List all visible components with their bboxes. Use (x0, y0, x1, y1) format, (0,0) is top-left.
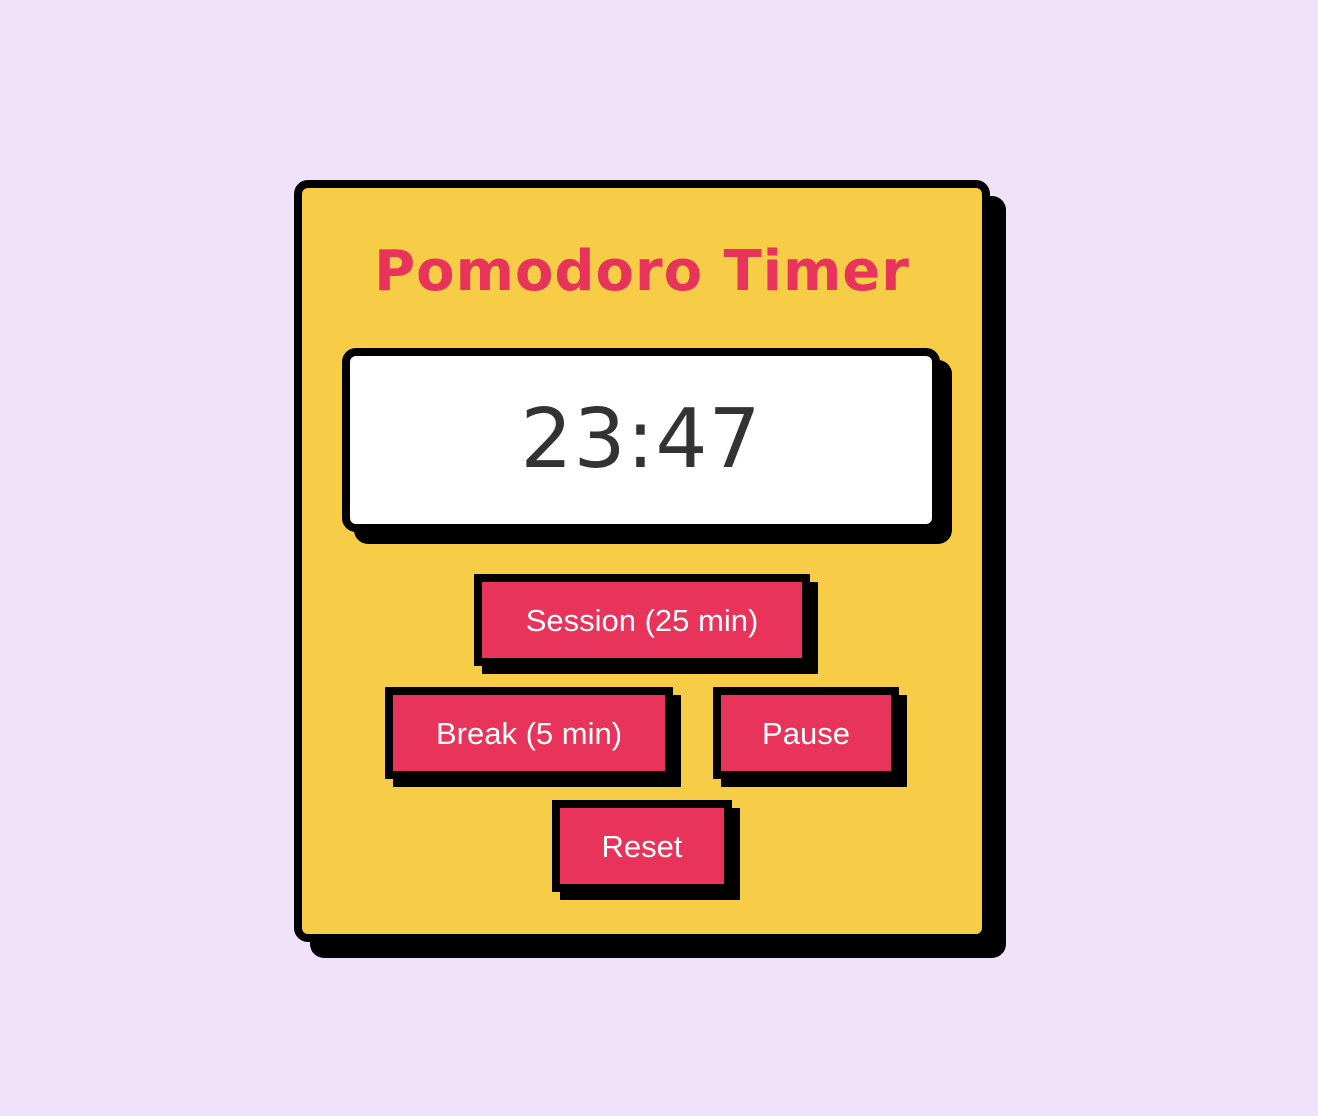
timer-value: 23:47 (520, 392, 762, 487)
pomodoro-card: Pomodoro Timer 23:47 Session (25 min) Br… (294, 180, 990, 942)
reset-button[interactable]: Reset (552, 800, 732, 892)
session-button[interactable]: Session (25 min) (474, 574, 810, 666)
timer-display: 23:47 (342, 348, 940, 532)
app-title: Pomodoro Timer (374, 239, 910, 304)
pause-button[interactable]: Pause (713, 687, 899, 779)
break-button[interactable]: Break (5 min) (385, 687, 673, 779)
